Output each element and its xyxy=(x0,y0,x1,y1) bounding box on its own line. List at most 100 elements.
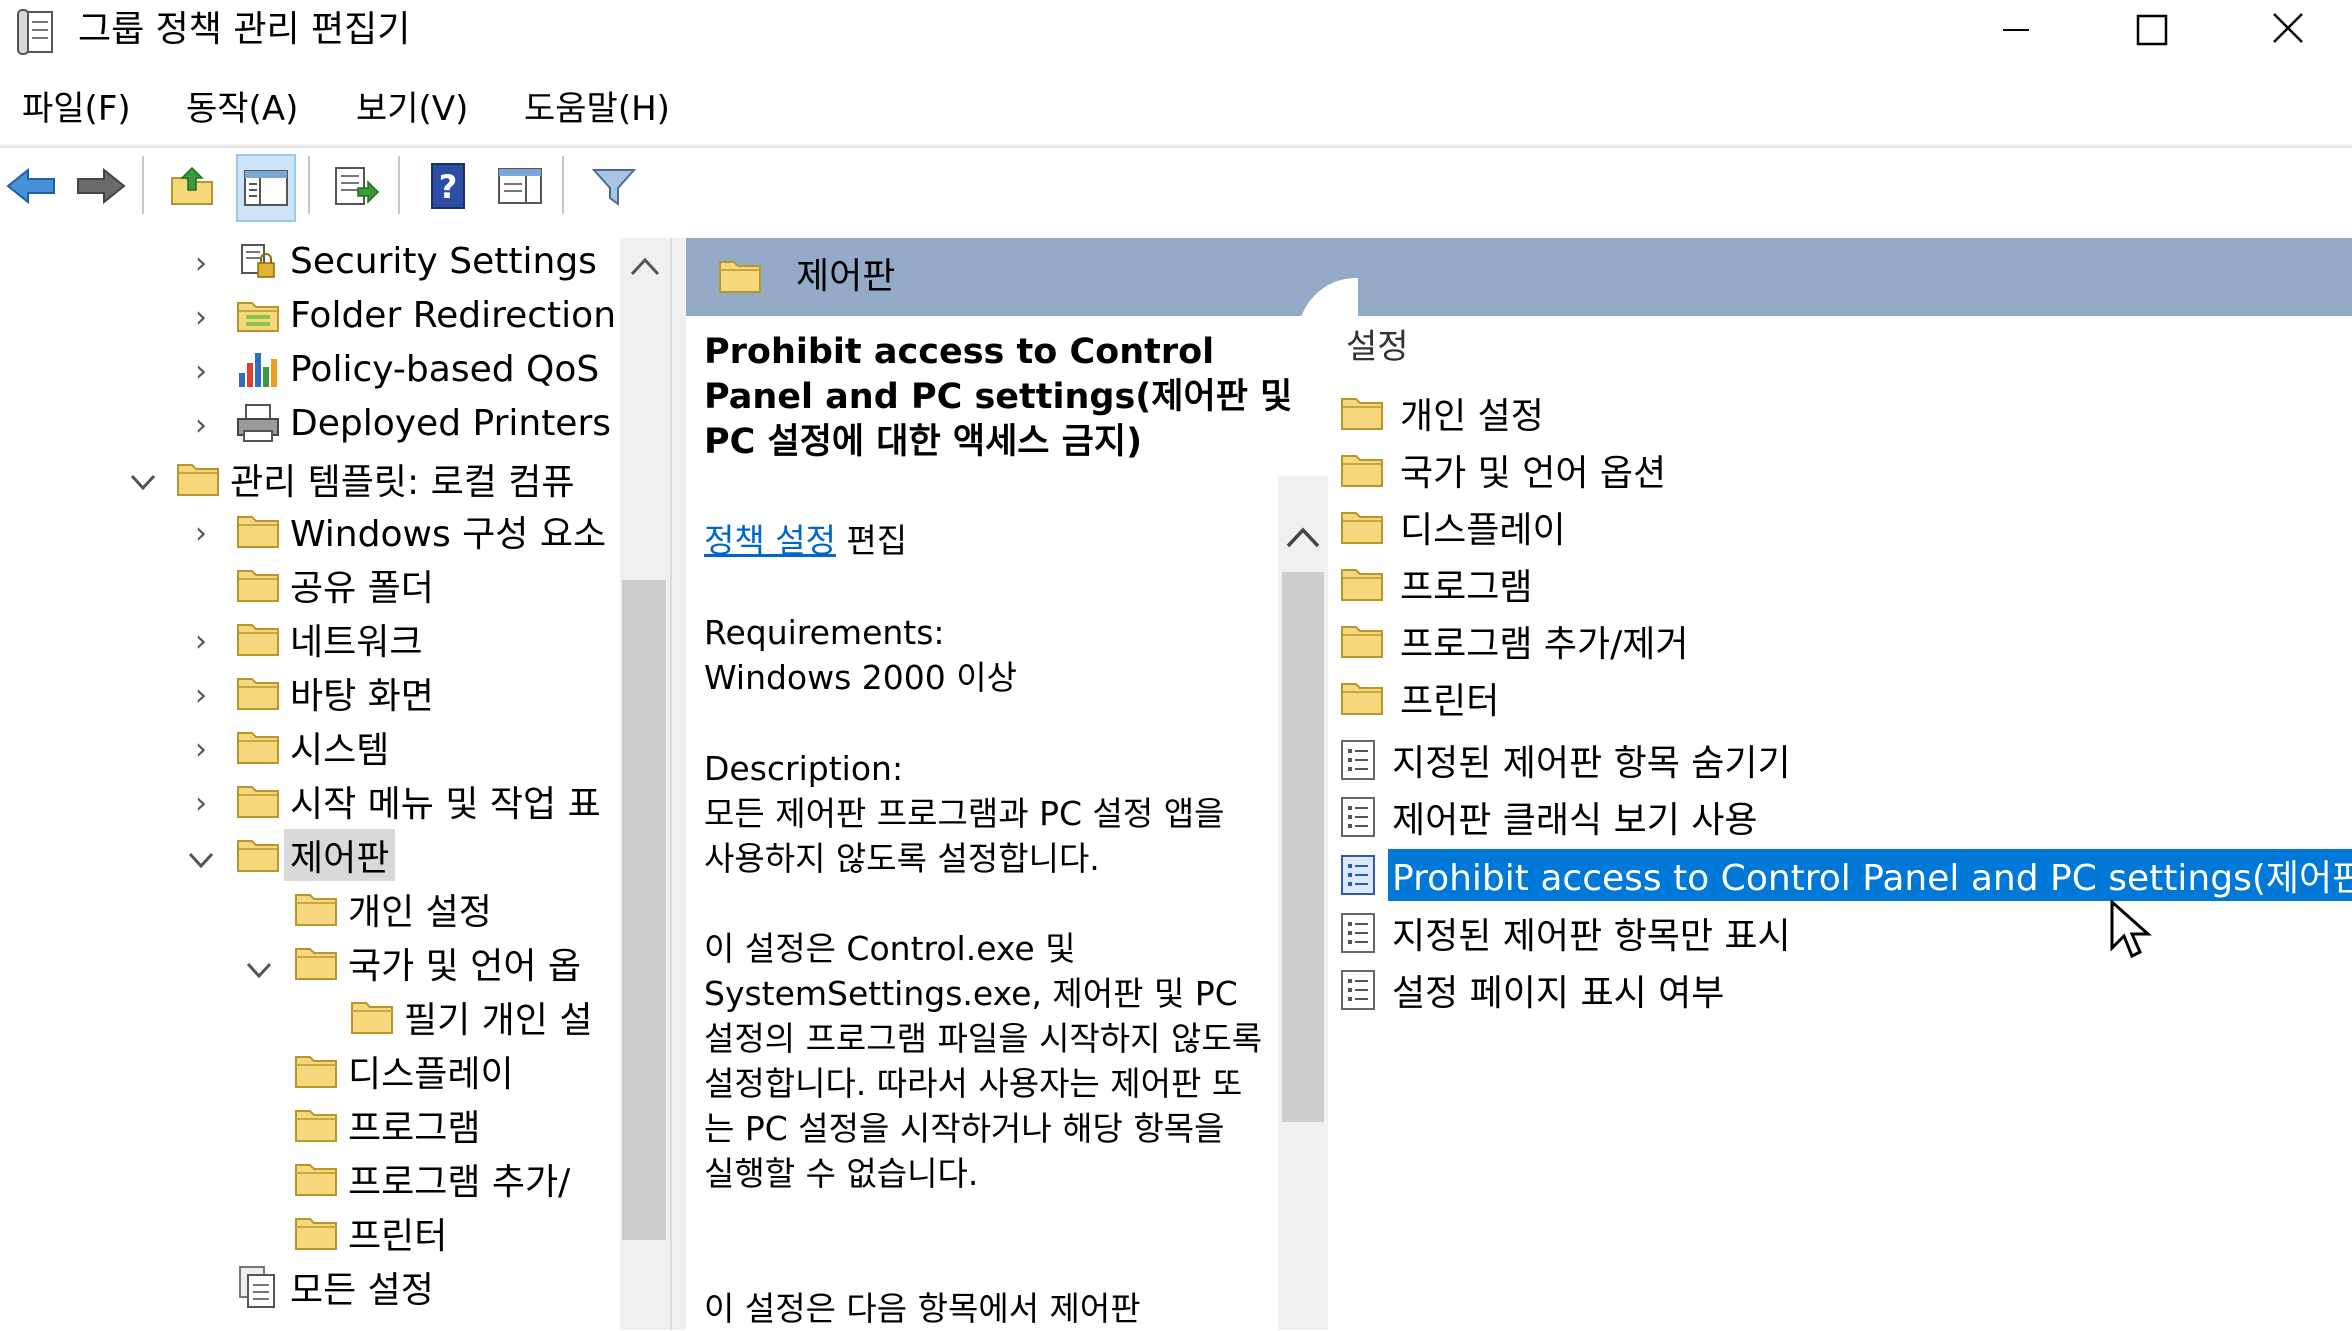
tree-item-control-panel[interactable]: 제어판 xyxy=(236,829,396,881)
requirements-value: Windows 2000 이상 xyxy=(704,658,1017,697)
tree-item-label: Windows 구성 요소 xyxy=(290,514,607,555)
tree-scrollbar-thumb[interactable] xyxy=(622,580,666,1240)
tree-item-label: Deployed Printers xyxy=(290,402,612,444)
printer-icon xyxy=(237,404,279,442)
scroll-up-arrow-icon[interactable] xyxy=(626,252,664,282)
toolbar-separator xyxy=(308,156,310,214)
edit-policy-suffix: 편집 xyxy=(835,521,908,560)
folder-icon xyxy=(351,1002,393,1034)
tree-item-label: 디스플레이 xyxy=(348,1054,514,1095)
qos-chart-icon xyxy=(239,353,277,387)
content-header-title: 제어판 xyxy=(796,256,896,297)
tree-item-network[interactable]: 네트워크 xyxy=(236,614,422,664)
tree-item-personalization[interactable]: 개인 설정 xyxy=(294,884,492,934)
tree-item-desktop[interactable]: 바탕 화면 xyxy=(236,668,434,718)
expand-chevron-icon[interactable]: › xyxy=(186,354,216,389)
export-list-button[interactable] xyxy=(328,154,384,218)
tree-item-label: 시작 메뉴 및 작업 표 xyxy=(290,784,601,825)
folder-icon xyxy=(1341,398,1383,430)
tree-item-programs[interactable]: 프로그램 xyxy=(294,1100,480,1150)
folder-icon xyxy=(1341,512,1383,544)
folder-icon xyxy=(1341,569,1383,601)
settings-item-printers[interactable]: 프린터 xyxy=(1340,671,1503,725)
tree-item-printers[interactable]: 프린터 xyxy=(294,1208,447,1258)
maximize-icon xyxy=(2136,14,2168,46)
forward-arrow-icon xyxy=(77,167,126,205)
maximize-button[interactable] xyxy=(2092,0,2212,60)
menu-action[interactable]: 동작(A) xyxy=(182,84,302,134)
tree-item-label: 프로그램 xyxy=(348,1108,481,1149)
menu-view[interactable]: 보기(V) xyxy=(352,84,472,134)
tree-item-policy-based-qos[interactable]: Policy-based QoS xyxy=(236,344,599,394)
scroll-up-arrow-icon[interactable] xyxy=(1282,516,1324,560)
description-scrollbar-thumb[interactable] xyxy=(1282,572,1324,1122)
expand-chevron-icon[interactable]: › xyxy=(186,624,216,659)
tree-item-security-settings[interactable]: Security Settings xyxy=(236,236,597,286)
folder-redirection-icon xyxy=(237,302,279,332)
settings-item-classic-view[interactable]: 제어판 클래식 보기 사용 xyxy=(1340,790,1762,844)
settings-item-add-remove-programs[interactable]: 프로그램 추가/제거 xyxy=(1340,614,1693,668)
folder-icon xyxy=(237,786,279,818)
folder-icon xyxy=(1341,683,1383,715)
folder-icon xyxy=(237,516,279,548)
collapse-chevron-icon[interactable] xyxy=(128,470,158,494)
settings-item-label: 프로그램 xyxy=(1400,567,1533,608)
filter-button[interactable] xyxy=(586,154,642,218)
content-header-bar xyxy=(686,238,2352,316)
back-button[interactable] xyxy=(4,154,60,218)
menu-file[interactable]: 파일(F) xyxy=(18,84,135,134)
properties-view-button[interactable] xyxy=(492,154,548,218)
requirements-label: Requirements: xyxy=(704,613,945,652)
folder-icon xyxy=(295,1110,337,1142)
help-icon: ? xyxy=(431,163,465,209)
tree-item-deployed-printers[interactable]: Deployed Printers xyxy=(236,398,611,448)
all-settings-icon xyxy=(239,1266,275,1308)
close-button[interactable] xyxy=(2228,0,2348,60)
settings-column-header[interactable]: 설정 xyxy=(1346,322,1409,372)
tree-item-windows-components[interactable]: Windows 구성 요소 xyxy=(236,506,606,556)
settings-item-label: Prohibit access to Control Panel and PC … xyxy=(1388,849,2352,901)
expand-chevron-icon[interactable]: › xyxy=(186,516,216,551)
tree-item-start-menu-taskbar[interactable]: 시작 메뉴 및 작업 표 xyxy=(236,776,601,826)
pane-splitter[interactable] xyxy=(670,238,686,1330)
collapse-chevron-icon[interactable] xyxy=(186,848,216,872)
policy-setting-icon xyxy=(1341,855,1375,895)
tree-item-handwriting-personalization[interactable]: 필기 개인 설 xyxy=(350,992,593,1042)
tree-item-display[interactable]: 디스플레이 xyxy=(294,1046,514,1096)
expand-chevron-icon[interactable]: › xyxy=(186,300,216,335)
tree-item-shared-folders[interactable]: 공유 폴더 xyxy=(236,560,434,610)
policy-title: Prohibit access to Control Panel and PC … xyxy=(704,332,1293,462)
settings-item-personalization[interactable]: 개인 설정 xyxy=(1340,386,1548,440)
expand-chevron-icon[interactable]: › xyxy=(186,678,216,713)
up-folder-button[interactable] xyxy=(164,154,220,218)
settings-item-label: 디스플레이 xyxy=(1400,510,1566,551)
folder-icon xyxy=(237,624,279,656)
minimize-button[interactable] xyxy=(1956,0,2076,60)
settings-item-hide-specified-items[interactable]: 지정된 제어판 항목 숨기기 xyxy=(1340,733,1795,787)
tree-item-admin-templates[interactable]: 관리 템플릿: 로컬 컴퓨 xyxy=(176,454,575,504)
tree-item-system[interactable]: 시스템 xyxy=(236,722,389,772)
forward-button[interactable] xyxy=(72,154,128,218)
tree-item-label: 국가 및 언어 옵 xyxy=(348,946,582,987)
expand-chevron-icon[interactable]: › xyxy=(186,732,216,767)
tree-item-folder-redirection[interactable]: Folder Redirection xyxy=(236,290,616,340)
toolbar-separator xyxy=(398,156,400,214)
expand-chevron-icon[interactable]: › xyxy=(186,786,216,821)
tree-item-add-remove-programs[interactable]: 프로그램 추가/ xyxy=(294,1154,570,1204)
settings-item-regional-language[interactable]: 국가 및 언어 옵션 xyxy=(1340,443,1670,497)
settings-item-prohibit-access[interactable]: Prohibit access to Control Panel and PC … xyxy=(1340,848,2352,902)
show-hide-tree-button[interactable] xyxy=(236,154,296,222)
collapse-chevron-icon[interactable] xyxy=(244,958,274,982)
settings-item-label: 설정 페이지 표시 여부 xyxy=(1392,973,1725,1014)
settings-item-display[interactable]: 디스플레이 xyxy=(1340,500,1570,554)
tree-item-regional-language[interactable]: 국가 및 언어 옵 xyxy=(294,938,581,988)
settings-item-programs[interactable]: 프로그램 xyxy=(1340,557,1536,611)
edit-policy-link[interactable]: 정책 설정 xyxy=(704,521,836,560)
expand-chevron-icon[interactable]: › xyxy=(186,246,216,281)
expand-chevron-icon[interactable]: › xyxy=(186,408,216,443)
tree-item-all-settings[interactable]: 모든 설정 xyxy=(236,1262,434,1312)
settings-item-show-only-specified[interactable]: 지정된 제어판 항목만 표시 xyxy=(1340,906,1795,960)
menu-help[interactable]: 도움말(H) xyxy=(520,84,674,134)
help-button[interactable]: ? xyxy=(420,154,476,218)
settings-item-settings-page-visibility[interactable]: 설정 페이지 표시 여부 xyxy=(1340,963,1728,1017)
